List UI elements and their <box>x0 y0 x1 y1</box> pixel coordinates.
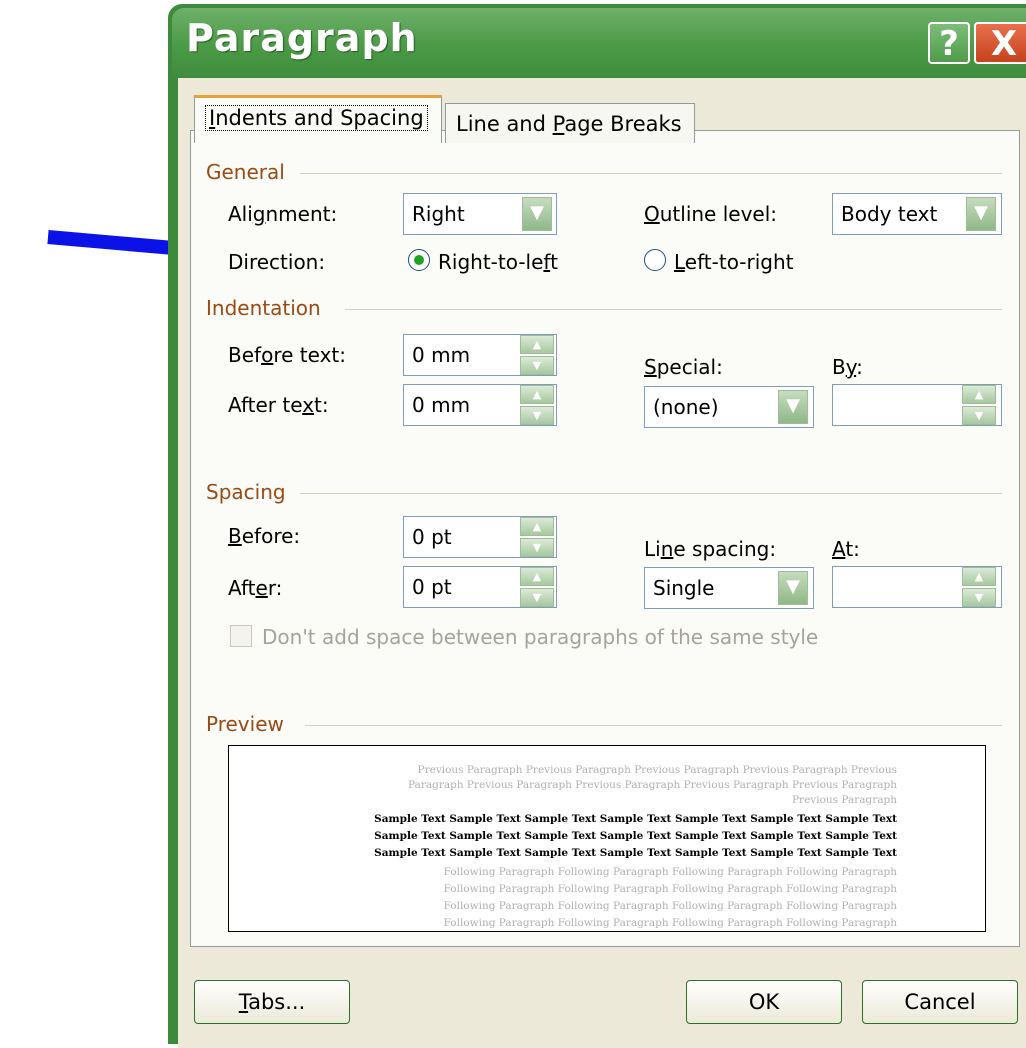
section-divider <box>305 725 1002 726</box>
line-spacing-value: Single <box>653 576 715 600</box>
chevron-down-icon[interactable]: ▼ <box>778 390 808 424</box>
tab-label: Line and Page Breaks <box>456 112 682 136</box>
section-preview: Preview <box>206 712 284 736</box>
tabs-button[interactable]: Tabs... <box>194 980 350 1024</box>
preview-following-line: Following Paragraph Following Paragraph … <box>443 917 897 929</box>
help-button[interactable]: ? <box>928 22 970 64</box>
special-label: Special: <box>644 355 723 379</box>
chevron-down-icon[interactable]: ▼ <box>966 197 996 231</box>
annotation-arrow-shaft <box>47 230 189 257</box>
section-divider <box>345 309 1002 310</box>
up-arrow-icon[interactable]: ▲ <box>962 385 996 404</box>
spinner[interactable]: ▲ ▼ <box>962 385 996 425</box>
radio-left-to-right[interactable] <box>644 249 666 271</box>
alignment-label: Alignment: <box>228 202 338 226</box>
by-label: By: <box>832 355 863 379</box>
down-arrow-icon[interactable]: ▼ <box>520 356 554 375</box>
down-arrow-icon[interactable]: ▼ <box>520 406 554 425</box>
section-divider <box>300 493 1002 494</box>
dont-add-space-label: Don't add space between paragraphs of th… <box>262 625 819 649</box>
preview-previous-line: Paragraph Previous Paragraph Previous Pa… <box>407 779 897 791</box>
dialog-title: Paragraph <box>186 16 418 60</box>
section-indentation: Indentation <box>206 296 321 320</box>
tab-indents-and-spacing[interactable]: Indents and Spacing <box>194 95 442 143</box>
spacing-before-label: Before: <box>228 524 301 548</box>
dont-add-space-checkbox[interactable] <box>230 625 252 647</box>
close-button[interactable]: X <box>974 22 1026 64</box>
left-to-right-label[interactable]: Left-to-right <box>674 250 794 274</box>
tab-line-and-page-breaks[interactable]: Line and Page Breaks <box>445 103 695 143</box>
spinner[interactable]: ▲ ▼ <box>520 335 554 375</box>
preview-following-line: Following Paragraph Following Paragraph … <box>443 883 897 895</box>
up-arrow-icon[interactable]: ▲ <box>520 517 554 536</box>
up-arrow-icon[interactable]: ▲ <box>962 567 996 586</box>
up-arrow-icon[interactable]: ▲ <box>520 335 554 354</box>
tab-label: Indents and Spacing <box>205 105 428 131</box>
radio-right-to-left[interactable] <box>408 249 430 271</box>
line-spacing-label: Line spacing: <box>644 537 777 561</box>
section-general: General <box>206 160 285 184</box>
chevron-down-icon[interactable]: ▼ <box>522 197 552 231</box>
after-text-label: After text: <box>228 393 329 417</box>
preview-following-line: Following Paragraph Following Paragraph … <box>443 900 897 912</box>
spinner[interactable]: ▲ ▼ <box>520 385 554 425</box>
spacing-after-label: After: <box>228 576 283 600</box>
preview-previous-line: Previous Paragraph Previous Paragraph Pr… <box>417 764 897 776</box>
section-divider <box>300 173 1002 174</box>
outline-level-value: Body text <box>841 202 938 226</box>
after-text-value: 0 mm <box>412 393 471 417</box>
preview-box: Previous Paragraph Previous Paragraph Pr… <box>228 745 986 932</box>
at-label: At: <box>832 537 860 561</box>
down-arrow-icon[interactable]: ▼ <box>520 538 554 557</box>
alignment-value: Right <box>412 202 465 226</box>
section-spacing: Spacing <box>206 480 286 504</box>
spinner[interactable]: ▲ ▼ <box>520 567 554 607</box>
up-arrow-icon[interactable]: ▲ <box>520 567 554 586</box>
spinner[interactable]: ▲ ▼ <box>962 567 996 607</box>
preview-sample-line: Sample Text Sample Text Sample Text Samp… <box>374 813 897 825</box>
spacing-after-value: 0 pt <box>412 575 452 599</box>
down-arrow-icon[interactable]: ▼ <box>962 406 996 425</box>
down-arrow-icon[interactable]: ▼ <box>962 588 996 607</box>
preview-sample-line: Sample Text Sample Text Sample Text Samp… <box>374 830 897 842</box>
ok-button[interactable]: OK <box>686 980 842 1024</box>
up-arrow-icon[interactable]: ▲ <box>520 385 554 404</box>
preview-previous-line: Previous Paragraph <box>791 794 897 806</box>
direction-label: Direction: <box>228 250 326 274</box>
preview-following-line: Following Paragraph Following Paragraph … <box>443 866 897 878</box>
right-to-left-label[interactable]: Right-to-left <box>438 250 558 274</box>
preview-sample-line: Sample Text Sample Text Sample Text Samp… <box>374 847 897 859</box>
down-arrow-icon[interactable]: ▼ <box>520 588 554 607</box>
special-value: (none) <box>653 395 719 419</box>
before-text-label: Before text: <box>228 343 346 367</box>
outline-level-label: Outline level: <box>644 202 778 226</box>
chevron-down-icon[interactable]: ▼ <box>778 571 808 605</box>
spinner[interactable]: ▲ ▼ <box>520 517 554 557</box>
cancel-button[interactable]: Cancel <box>862 980 1018 1024</box>
before-text-value: 0 mm <box>412 343 471 367</box>
spacing-before-value: 0 pt <box>412 525 452 549</box>
